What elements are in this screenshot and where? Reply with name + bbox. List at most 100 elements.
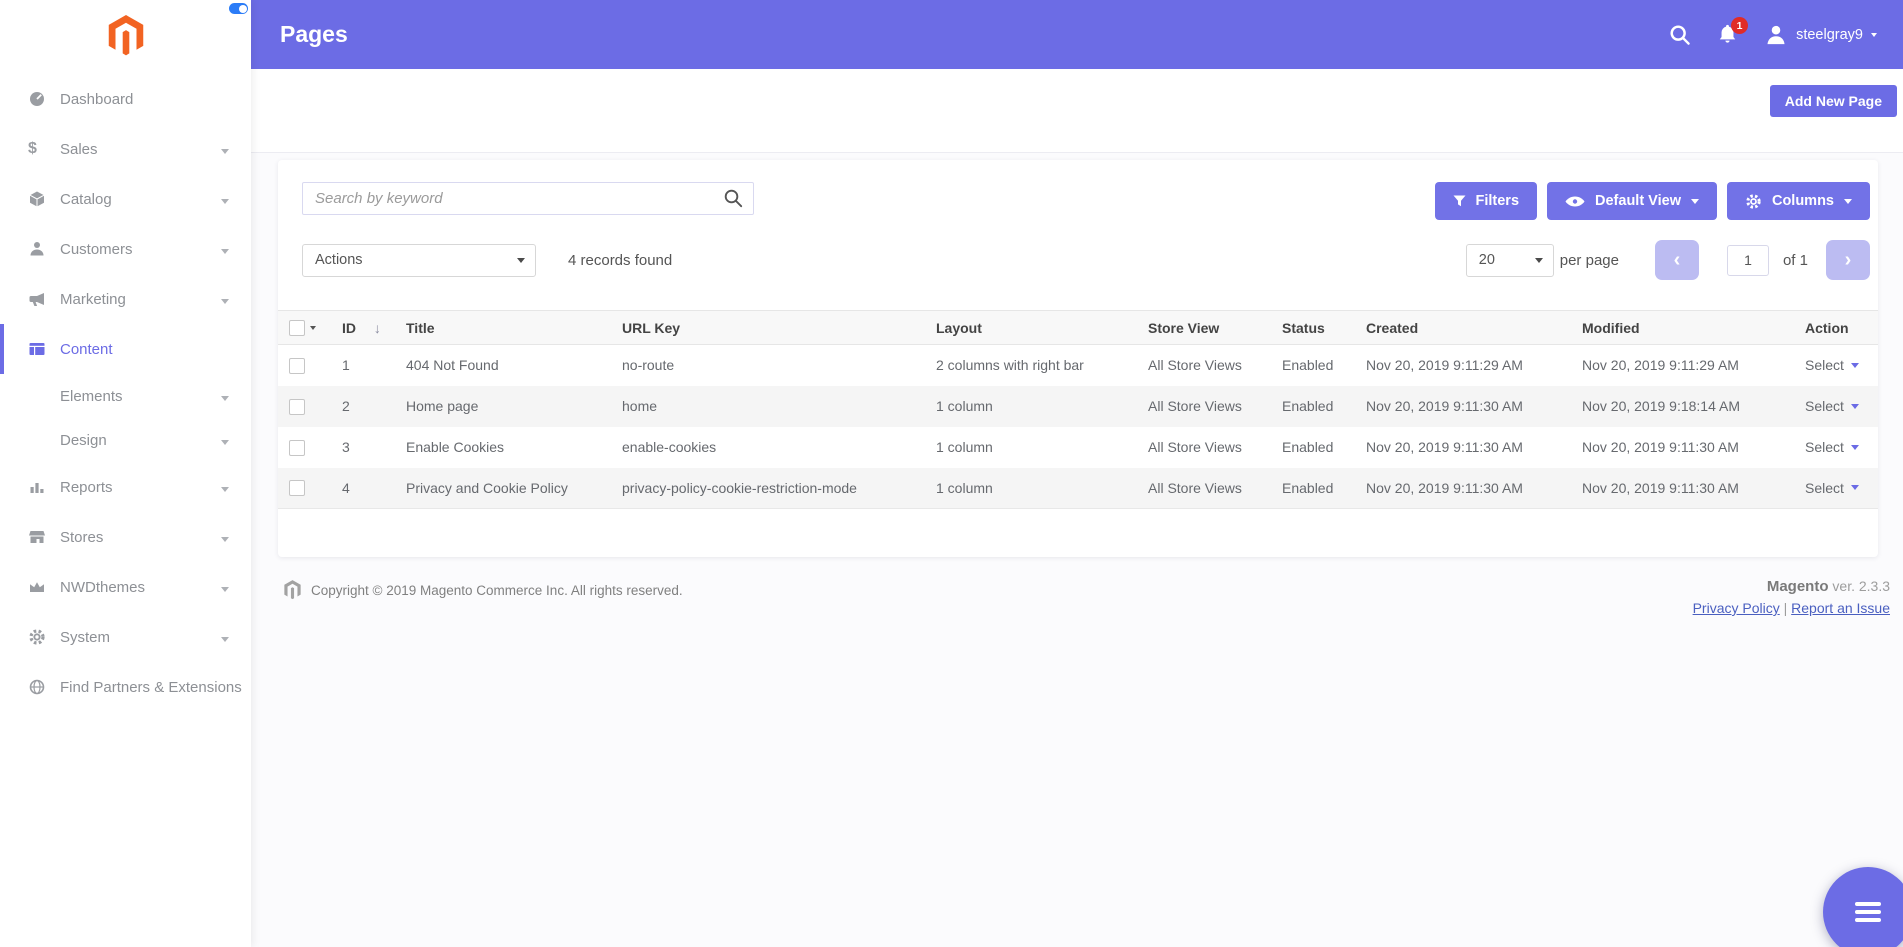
cell-id: 3 — [342, 439, 350, 455]
sidebar-item-find-partners[interactable]: Find Partners & Extensions — [0, 662, 251, 712]
cell-created: Nov 20, 2019 9:11:30 AM — [1366, 479, 1523, 496]
sidebar-item-stores[interactable]: Stores — [0, 512, 251, 562]
sidebar-item-design[interactable]: Design — [0, 418, 251, 462]
sidebar-item-customers[interactable]: Customers — [0, 224, 251, 274]
row-checkbox[interactable] — [289, 480, 305, 497]
next-page-button[interactable]: › — [1826, 240, 1870, 280]
sidebar-item-sales[interactable]: $ Sales — [0, 124, 251, 174]
person-icon — [28, 240, 46, 258]
cell-layout: 1 column — [936, 398, 993, 414]
pages-table: ID ↓ Title URL Key Layout Store View Sta… — [278, 310, 1878, 509]
column-header-modified[interactable]: Modified — [1572, 311, 1795, 345]
search-input[interactable] — [302, 182, 754, 215]
sidebar-item-marketing[interactable]: Marketing — [0, 274, 251, 324]
row-checkbox[interactable] — [289, 357, 305, 374]
select-all-checkbox[interactable] — [289, 319, 305, 336]
cell-status: Enabled — [1282, 439, 1334, 455]
cell-id: 1 — [342, 357, 350, 374]
search-icon[interactable] — [1669, 24, 1691, 46]
cell-created: Nov 20, 2019 9:11:29 AM — [1366, 357, 1523, 374]
sidebar-item-content[interactable]: Content — [0, 324, 251, 374]
magento-admin-page: Dashboard $ Sales Catalog Customers Mark… — [0, 0, 1903, 947]
cell-layout: 2 columns with right bar — [936, 357, 1084, 374]
filters-label: Filters — [1475, 193, 1520, 209]
total-pages-label: of 1 — [1782, 251, 1808, 269]
report-issue-link[interactable]: Report an Issue — [1791, 600, 1890, 616]
column-header-layout[interactable]: Layout — [926, 311, 1138, 345]
user-avatar-icon — [1767, 25, 1785, 44]
cell-url-key: enable-cookies — [622, 439, 717, 455]
default-view-button[interactable]: Default View — [1547, 182, 1717, 220]
actions-label: Actions — [315, 252, 363, 268]
chevron-down-icon — [1850, 485, 1859, 491]
chevron-down-icon — [221, 291, 229, 308]
add-new-page-button[interactable]: Add New Page — [1769, 85, 1897, 117]
row-checkbox[interactable] — [289, 398, 305, 415]
row-select-action[interactable]: Select — [1805, 439, 1868, 455]
sort-descending-icon: ↓ — [373, 319, 381, 336]
cell-modified: Nov 20, 2019 9:11:30 AM — [1582, 479, 1739, 496]
previous-page-button[interactable]: ‹ — [1654, 240, 1699, 280]
sidebar-item-label: Content — [60, 340, 113, 358]
cell-layout: 1 column — [936, 439, 993, 455]
column-header-id[interactable]: ID ↓ — [332, 311, 396, 345]
sidebar-item-dashboard[interactable]: Dashboard — [0, 74, 251, 124]
username: steelgray9 — [1796, 26, 1863, 43]
gear-icon — [1746, 193, 1761, 209]
column-header-title[interactable]: Title — [396, 311, 612, 345]
per-page-label: per page — [1559, 251, 1619, 269]
magento-logo[interactable] — [108, 15, 144, 57]
table-row[interactable]: 1 404 Not Found no-route 2 columns with … — [278, 345, 1878, 386]
sidebar-item-catalog[interactable]: Catalog — [0, 174, 251, 224]
cell-title: Enable Cookies — [406, 439, 505, 455]
account-menu[interactable]: steelgray9 — [1764, 23, 1877, 47]
filters-button[interactable]: Filters — [1434, 182, 1538, 220]
cell-url-key: no-route — [622, 357, 675, 374]
table-row[interactable]: 2 Home page home 1 column All Store View… — [278, 385, 1878, 427]
sidebar-item-label: Customers — [60, 240, 133, 258]
search-icon[interactable] — [723, 188, 744, 214]
sidebar-item-label: Stores — [60, 528, 104, 546]
table-row[interactable]: 3 Enable Cookies enable-cookies 1 column… — [278, 427, 1878, 468]
sidebar-item-nwdthemes[interactable]: NWDthemes — [0, 562, 251, 612]
sidebar-item-reports[interactable]: Reports — [0, 462, 251, 512]
sidebar-item-elements[interactable]: Elements — [0, 374, 251, 418]
privacy-policy-link[interactable]: Privacy Policy — [1693, 600, 1780, 616]
floating-menu-button[interactable] — [1823, 867, 1903, 947]
current-page-input[interactable] — [1726, 244, 1769, 276]
row-select-action[interactable]: Select — [1805, 398, 1868, 414]
cell-url-key: privacy-policy-cookie-restriction-mode — [622, 479, 857, 496]
version-number: ver. 2.3.3 — [1832, 578, 1890, 594]
per-page-dropdown[interactable]: 20 — [1465, 243, 1554, 277]
cell-created: Nov 20, 2019 9:11:30 AM — [1366, 439, 1523, 455]
select-all-header[interactable] — [278, 311, 332, 345]
brand-name: Magento — [1766, 578, 1829, 595]
column-header-status[interactable]: Status — [1272, 311, 1356, 345]
table-row[interactable]: 4 Privacy and Cookie Policy privacy-poli… — [278, 467, 1878, 509]
cell-id: 2 — [342, 398, 350, 414]
column-header-store-view[interactable]: Store View — [1138, 311, 1272, 345]
column-header-created[interactable]: Created — [1356, 311, 1572, 345]
row-checkbox[interactable] — [289, 439, 305, 456]
dollar-icon: $ — [28, 140, 37, 157]
column-header-url-key[interactable]: URL Key — [612, 311, 926, 345]
cell-modified: Nov 20, 2019 9:11:29 AM — [1582, 357, 1739, 374]
bar-chart-icon — [28, 478, 46, 496]
sidebar-collapse-toggle[interactable] — [229, 3, 248, 14]
columns-button[interactable]: Columns — [1726, 182, 1870, 220]
chevron-down-icon — [221, 191, 229, 208]
globe-icon — [28, 678, 46, 696]
row-select-action[interactable]: Select — [1805, 357, 1868, 373]
cell-status: Enabled — [1282, 398, 1334, 414]
actions-dropdown[interactable]: Actions — [302, 243, 536, 277]
storefront-icon — [28, 528, 46, 546]
cell-modified: Nov 20, 2019 9:18:14 AM — [1582, 398, 1740, 414]
grid-actions-row: Actions 4 records found 20 per page ‹ of… — [278, 240, 1878, 280]
cell-url-key: home — [622, 398, 658, 414]
row-select-action[interactable]: Select — [1805, 480, 1868, 496]
grid-search-row: Filters Default View Columns — [278, 182, 1878, 220]
chevron-down-icon — [221, 432, 229, 449]
sidebar-item-system[interactable]: System — [0, 612, 251, 662]
notifications-button[interactable]: 1 — [1717, 17, 1749, 45]
layout-window-icon — [28, 340, 46, 358]
